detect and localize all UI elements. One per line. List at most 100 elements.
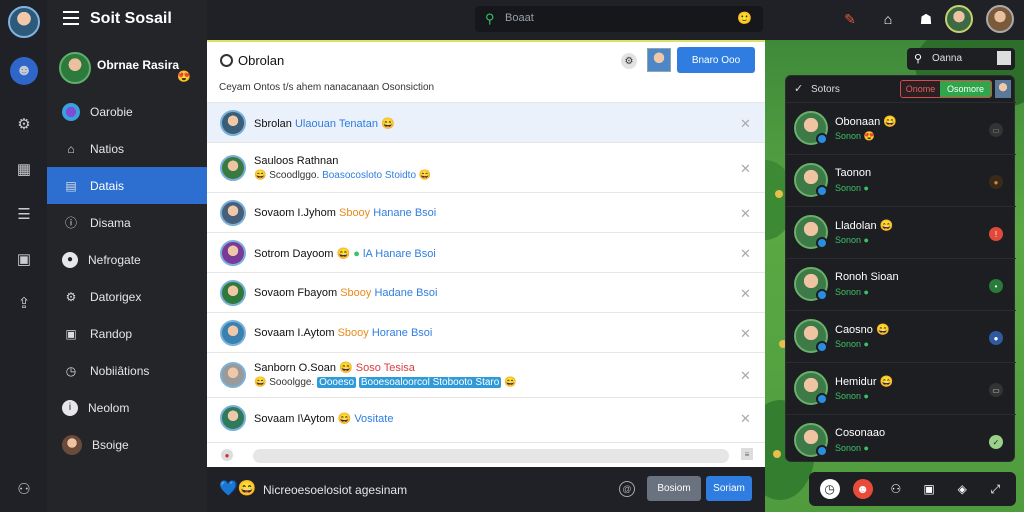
list-item[interactable]: Sauloos Rathnan 😄 Scoodlggo. Boasocoslot… [207,142,765,192]
status-badge [816,133,828,145]
composer-input[interactable]: Nicreoesoelosiot agesinam [263,483,407,497]
sidebar-item-1[interactable]: ⌂ Natios [47,130,207,167]
sidebar-item-9[interactable]: Bsoige [47,426,207,463]
alert-icon[interactable]: ! [989,227,1003,241]
sidebar-item-3[interactable]: ⓘ Disama [47,204,207,241]
list-item[interactable]: Sbrolan Ulaouan Tenatan 😄 ✕ [207,102,765,142]
avatar[interactable] [995,80,1011,98]
friend-item[interactable]: Cosonaao Sonon ● ✓ [786,414,1016,466]
avatar [220,155,246,181]
list-icon[interactable]: ☰ [13,203,35,225]
chat-icon[interactable]: • [989,279,1003,293]
info-icon[interactable]: ● [989,331,1003,345]
camera-icon[interactable]: ▭ [989,123,1003,137]
list-item[interactable]: Sovaam I.Aytom Sbooy Horane Bsoi ✕ [207,312,765,352]
list-item-name: Sovaom I.Jyhom [254,207,336,219]
avatar[interactable] [647,48,671,72]
list-item-name: Sauloos Rathnan [254,155,339,167]
send-button[interactable]: Soriam [706,476,752,501]
check-icon[interactable]: ✓ [794,82,803,95]
list-item-status: Hanane Bsoi [373,207,437,219]
friend-item[interactable]: Lladolan 😄 Sonon ● ! [786,206,1016,258]
status-pill[interactable]: ⚲ Oanna [907,48,1015,70]
app-title: Soit Sosail [90,10,172,27]
tab-online[interactable]: Osomore [940,81,991,97]
friend-status-line: Sonon ● [835,183,869,193]
close-icon[interactable]: ✕ [740,206,751,222]
sidebar-item-0[interactable]: Oarobie [47,93,207,130]
upload-icon[interactable]: ⇪ [13,292,35,314]
sidebar-item-2[interactable]: ▤ Datais [47,167,207,204]
friend-item[interactable]: Obonaan 😄 Sonon 😍 ▭ [786,102,1016,154]
sidebar-item-8[interactable]: i Neolom [47,389,207,426]
clock-icon: ◷ [65,363,77,378]
gear-icon: ⚙ [65,289,77,304]
list-item-status: Horane Bsoi [371,327,433,339]
friend-name-line: Hemidur 😄 [835,376,894,388]
group-icon[interactable]: ⚇ [886,479,906,499]
file-icon[interactable]: ▣ [13,248,35,270]
close-icon[interactable]: ✕ [740,286,751,302]
menu-icon[interactable]: ≡ [741,448,753,460]
image-icon[interactable]: ▦ [13,158,35,180]
image-icon[interactable]: ▣ [919,479,939,499]
user-avatar[interactable] [986,5,1014,33]
list-item[interactable]: Sotrom Dayoom 😄 ● lA Hanare Bsoi ✕ [207,232,765,272]
emoji-icon[interactable]: ☻ [852,479,873,499]
clock-icon[interactable]: ◷ [819,479,840,499]
at-icon[interactable]: @ [619,481,635,497]
emoji-icon[interactable]: 🙂 [737,11,752,25]
user-avatar[interactable] [945,5,973,33]
close-icon[interactable]: ✕ [740,326,751,342]
close-icon[interactable]: ✕ [740,161,751,177]
sidebar-item-5[interactable]: ⚙ Datorigex [47,278,207,315]
list-item-status: Vositate [354,413,394,425]
list-item-title: Sovaam I\Aytom 😄 Vositate [254,413,394,425]
shield-icon[interactable]: ◈ [952,479,972,499]
hamburger-icon[interactable] [63,11,79,25]
chat-title: Obrolan [238,53,285,68]
pin-icon[interactable]: ✎ [839,8,861,30]
list-item-tag: Soso Tesisa [355,362,415,374]
emoji-icon[interactable]: 💙😄 [219,479,256,497]
sidebar-item-4[interactable]: ● Nefrogate [47,241,207,278]
list-item[interactable]: Sovaam I\Aytom 😄 Vositate ✕ [207,397,765,437]
list-item-name: Sanborn O.Soan [254,362,336,374]
friend-item[interactable]: Ronoh Sioan Sonon ● • [786,258,1016,310]
friends-tabs: Onome Osomore [900,80,992,98]
expand-icon[interactable]: ⤢ [985,479,1005,499]
dot-icon[interactable]: ● [989,175,1003,189]
list-item[interactable]: Sanborn O.Soan 😄 Soso Tesisa 😄 Sooolgge.… [207,352,765,397]
tab-offline[interactable]: Onome [901,81,941,97]
friend-item[interactable]: Taonon Sonon ● ● [786,154,1016,206]
sidebar-item-7[interactable]: ◷ Nobiiâtions [47,352,207,389]
list-item[interactable]: Sovaom Fbayom Sbooy Hadane Bsoi ✕ [207,272,765,312]
user-avatar[interactable] [8,6,40,38]
chat-icon[interactable]: ▭ [989,383,1003,397]
friends-panel: ✓ Sotors Onome Osomore Obonaan 😄 Sonon 😍… [785,75,1016,462]
close-icon[interactable]: ✕ [740,116,751,132]
close-icon[interactable]: ✕ [740,368,751,384]
sidebar-item-6[interactable]: ▣ Randop [47,315,207,352]
check-icon[interactable]: ✓ [989,435,1003,449]
home-icon[interactable]: ⌂ [877,8,899,30]
calendar-icon: ▤ [65,178,77,193]
scrollbar[interactable] [253,449,729,463]
close-icon[interactable]: ✕ [740,246,751,262]
avatar-icon [62,434,82,455]
friend-item[interactable]: Caosno 😄 Sonon ● ● [786,310,1016,362]
search-input[interactable]: ⚲ Boaat 🙂 [475,6,763,32]
record-icon[interactable]: ● [221,449,233,461]
settings-icon[interactable]: ⚙ [621,53,637,69]
list-item[interactable]: Sovaom I.Jyhom Sbooy Hanane Bsoi ✕ [207,192,765,232]
user-icon[interactable]: ☗ [915,8,937,30]
close-icon[interactable]: ✕ [740,411,751,427]
emoji-icon[interactable]: ☻ [10,57,38,85]
primary-button[interactable]: Bnaro Ooo [677,47,755,73]
secondary-button[interactable]: Bosiom [647,476,701,501]
friend-status: Sonon [835,339,862,349]
friend-item[interactable]: Hemidur 😄 Sonon ● ▭ [786,362,1016,414]
settings-icon[interactable]: ⚙ [13,113,35,135]
profile-card[interactable]: Obrnae Rasira 😍 [57,50,202,90]
group-icon[interactable]: ⚇ [13,478,35,500]
